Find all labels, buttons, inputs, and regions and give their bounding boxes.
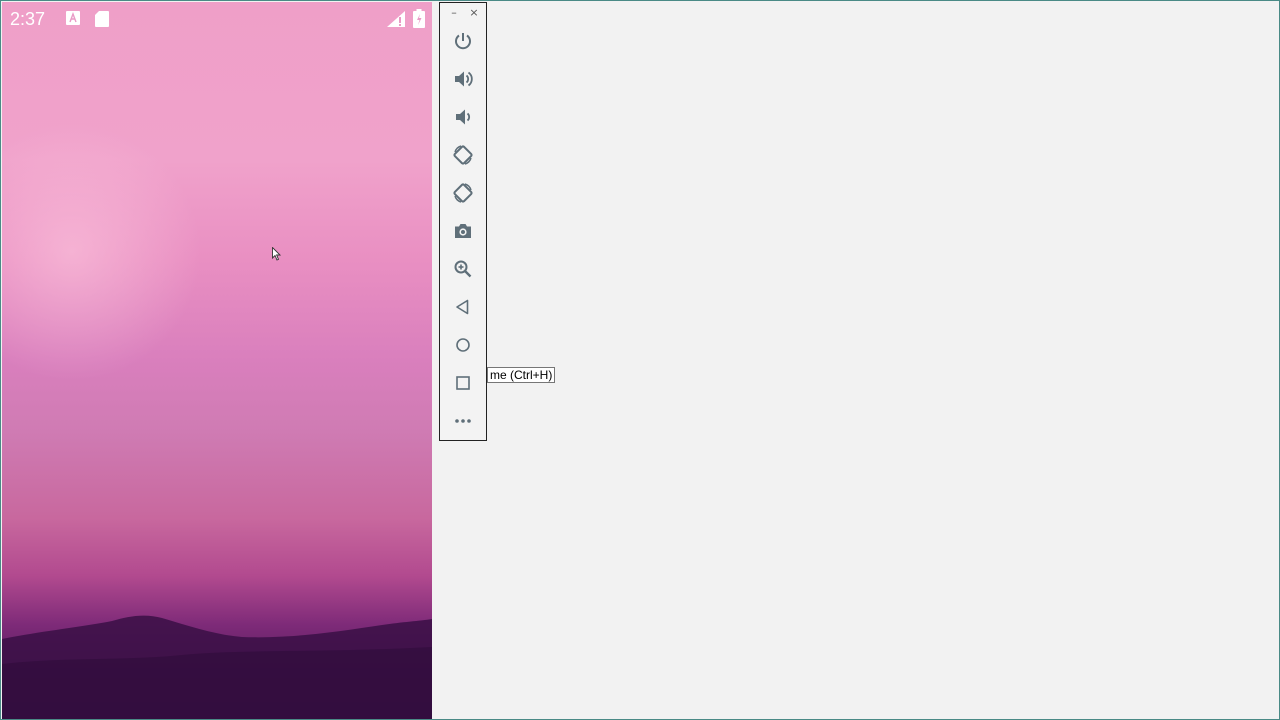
battery-icon [413,9,425,33]
rotate-right-button[interactable] [449,179,477,207]
overview-square-icon [456,376,470,390]
volume-up-icon [455,71,473,87]
desktop: 2:37 – × me (Ctrl+H) [0,0,1280,720]
close-button[interactable]: × [468,7,480,19]
home-tooltip: me (Ctrl+H) [487,367,556,383]
power-button[interactable] [449,27,477,55]
overview-button[interactable] [449,369,477,397]
a-notification-icon [66,11,80,30]
rotate-right-icon [453,183,473,203]
zoom-in-icon [454,260,472,278]
more-dots-icon [455,419,471,423]
emulator-toolbar: – × [439,2,487,441]
volume-up-button[interactable] [449,65,477,93]
status-bar: 2:37 [2,2,432,36]
home-button[interactable] [449,331,477,359]
rotate-left-icon [453,145,473,165]
back-triangle-icon [456,299,469,315]
minimize-button[interactable]: – [448,7,460,19]
power-icon [455,33,471,50]
more-button[interactable] [449,407,477,435]
back-button[interactable] [449,293,477,321]
home-circle-icon [456,338,470,352]
zoom-button[interactable] [449,255,477,283]
emulator-screen[interactable]: 2:37 [2,2,432,719]
signal-icon [387,11,405,32]
volume-down-icon [456,109,471,125]
wallpaper-hills [2,615,432,719]
wallpaper-haze [2,122,202,382]
volume-down-button[interactable] [449,103,477,131]
sd-card-icon [95,11,109,32]
camera-icon [455,224,471,238]
screenshot-button[interactable] [449,217,477,245]
rotate-left-button[interactable] [449,141,477,169]
status-time: 2:37 [10,9,46,29]
mouse-cursor-icon [272,246,282,266]
